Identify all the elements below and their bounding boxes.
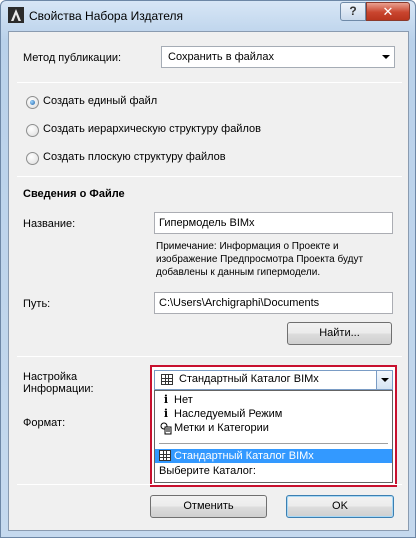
find-button-label: Найти... [319, 327, 360, 339]
catalog-icon [161, 374, 173, 385]
option-none-label: Нет [174, 394, 193, 406]
help-button[interactable]: ? [340, 2, 366, 21]
path-label: Путь: [23, 298, 51, 310]
info-settings-select[interactable]: Стандартный Каталог BIMx [154, 370, 393, 390]
option-standard-catalog[interactable]: Стандартный Каталог BIMx [155, 449, 392, 463]
name-field-value: Гипермодель BIMx [159, 217, 255, 229]
divider [17, 356, 402, 357]
info-settings-label-line1: Настройка [23, 371, 78, 383]
marks-categories-icon [160, 422, 172, 435]
path-field-value: C:\Users\Archigraphi\Documents [159, 297, 320, 309]
divider [17, 176, 402, 177]
close-button[interactable]: ✕ [366, 2, 410, 21]
chevron-down-icon [382, 55, 390, 59]
dialog-body: Метод публикации: Сохранить в файлах Соз… [8, 31, 409, 531]
radio-single-file-label: Создать единый файл [43, 95, 158, 107]
info-icon: i [163, 393, 169, 406]
radio-flat-structure[interactable] [26, 152, 39, 165]
info-settings-select-value: Стандартный Каталог BIMx [179, 373, 319, 385]
option-choose-catalog[interactable]: Выберите Каталог: [155, 464, 392, 478]
cancel-button-label: Отменить [183, 500, 234, 512]
info-settings-highlight: Стандартный Каталог BIMx i Нет i Наследу… [150, 365, 397, 487]
option-standard-catalog-label: Стандартный Каталог BIMx [174, 450, 314, 462]
list-divider [159, 443, 388, 444]
option-inherited-label: Наследуемый Режим [174, 408, 283, 420]
help-icon: ? [349, 4, 357, 18]
radio-single-file[interactable] [26, 96, 39, 109]
ok-button[interactable]: OK [286, 495, 394, 518]
info-settings-label-line2: Информации: [23, 383, 94, 395]
radio-flat-structure-label: Создать плоскую структуру файлов [43, 151, 226, 163]
publish-method-value: Сохранить в файлах [168, 51, 274, 63]
divider [17, 82, 402, 83]
option-marks-categories-label: Метки и Категории [174, 422, 269, 434]
info-settings-dropdown-list: i Нет i Наследуемый Режим Метки и Катего… [154, 390, 393, 483]
divider [17, 484, 402, 485]
window-title: Свойства Набора Издателя [29, 9, 184, 23]
close-icon: ✕ [382, 4, 394, 19]
radio-hierarchical-structure[interactable] [26, 124, 39, 137]
archicad-app-icon [8, 7, 24, 23]
option-none[interactable]: i Нет [155, 393, 392, 407]
info-icon: i [163, 407, 169, 420]
file-info-section-title: Сведения о Файле [23, 188, 125, 200]
catalog-icon [159, 450, 171, 461]
file-info-note: Примечание: Информация о Проекте и изобр… [156, 241, 364, 278]
option-marks-categories[interactable]: Метки и Категории [155, 421, 392, 435]
radio-hierarchical-structure-label: Создать иерархическую структуру файлов [43, 123, 261, 135]
dialog-window: Свойства Набора Издателя ? ✕ Метод публи… [0, 0, 416, 538]
publish-method-label: Метод публикации: [23, 52, 122, 64]
dropdown-arrow-button[interactable] [376, 371, 392, 389]
cancel-button[interactable]: Отменить [150, 495, 267, 518]
path-field[interactable]: C:\Users\Archigraphi\Documents [154, 292, 393, 314]
title-bar: Свойства Набора Издателя ? ✕ [1, 1, 415, 31]
ok-button-label: OK [332, 500, 348, 512]
find-button[interactable]: Найти... [287, 322, 392, 345]
format-label: Формат: [23, 417, 66, 429]
option-choose-catalog-label: Выберите Каталог: [159, 465, 256, 477]
option-inherited[interactable]: i Наследуемый Режим [155, 407, 392, 421]
publish-method-select[interactable]: Сохранить в файлах [161, 46, 395, 68]
name-label: Название: [23, 218, 76, 230]
name-field[interactable]: Гипермодель BIMx [154, 212, 393, 234]
